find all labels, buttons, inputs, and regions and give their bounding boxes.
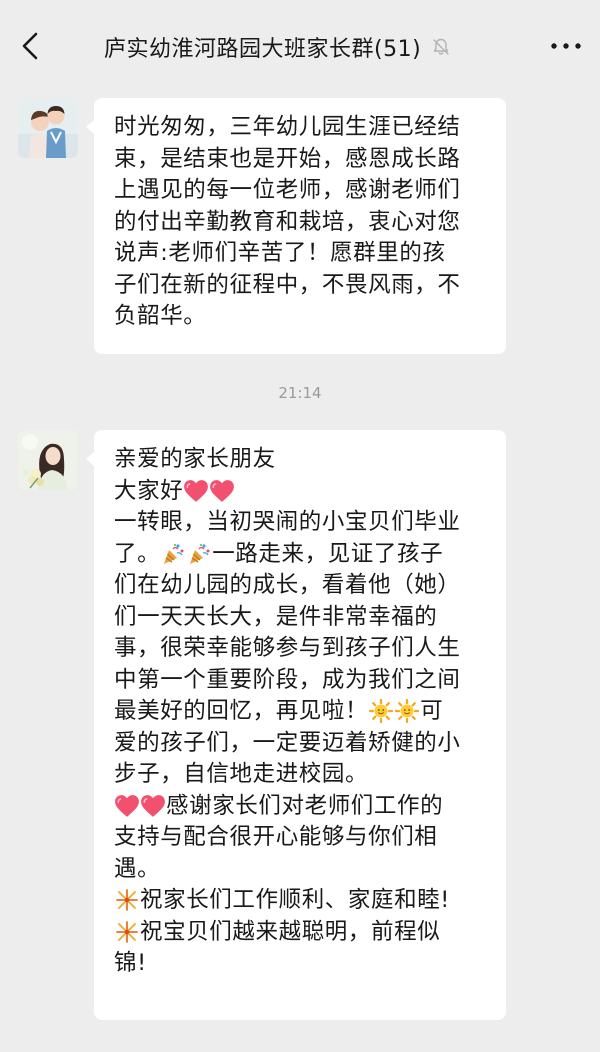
message-text-line: 了。 一路走来，见证了孩子	[114, 539, 488, 571]
message-text-line: 一转眼，当初哭闹的小宝贝们毕业	[114, 509, 461, 535]
sun-icon	[394, 699, 420, 723]
message-text-line: 最美好的回忆，再见啦！ 可	[114, 696, 488, 728]
heart-icon	[140, 794, 166, 818]
message-text-line: 们一天天长大，是件非常幸福的	[114, 603, 438, 630]
message-text-line: 事，很荣幸能够参与到孩子们人生	[114, 635, 461, 661]
message-text-line: 步子，自信地走进校园。	[114, 761, 369, 787]
party-popper-icon	[186, 542, 212, 566]
message-text-segment: 可	[420, 698, 444, 724]
message-text-line: 说声:老师们辛苦了！愿群里的孩	[114, 240, 446, 266]
message-text-line: 的付出辛勤教育和栽培，衷心对您	[114, 208, 461, 235]
fireworks-icon	[114, 888, 140, 912]
message-text-line: 遇。	[114, 855, 161, 882]
message-text-line: 祝家长们工作顺利、家庭和睦!	[114, 885, 488, 917]
message-text-line: 支持与配合很开心能够与你们相	[114, 824, 438, 850]
sun-icon	[368, 699, 394, 723]
message-text-line: 们在幼儿园的成长，看着他（她）	[114, 572, 461, 598]
message-text-line: 时光匆匆，三年幼儿园生涯已经结	[114, 114, 461, 140]
message-text-line: 上遇见的每一位老师，感谢老师们	[114, 177, 461, 203]
message-text-line: 负韶华。	[114, 303, 207, 329]
message-text-line: 亲爱的家长朋友	[114, 446, 276, 472]
message-bubble[interactable]: 时光匆匆，三年幼儿园生涯已经结 束，是结束也是开始，感恩成长路 上遇见的每一位老…	[86, 98, 506, 354]
message-timestamp: 21:14	[278, 384, 322, 402]
message-text-segment: 了。	[114, 540, 161, 567]
message-text-segment: 感谢家长们对老师们工作的	[166, 792, 444, 819]
message-text-segment: 一路走来，见证了孩子	[212, 540, 444, 567]
heart-icon	[183, 479, 209, 503]
heart-icon	[114, 794, 140, 818]
chat-title-group: 庐实幼淮河路园大班家长群(51)	[104, 30, 451, 64]
avatar[interactable]	[18, 98, 78, 158]
chat-title: 庐实幼淮河路园大班家长群(51)	[104, 37, 422, 62]
chat-header: 庐实幼淮河路园大班家长群(51)	[0, 0, 600, 90]
message-text-line: 感谢家长们对老师们工作的	[114, 791, 488, 823]
message-bubble[interactable]: 亲爱的家长朋友 大家好 一转眼，当初哭闹的小宝贝们毕业 了。 一路走来，见证了孩子…	[86, 430, 506, 1020]
mute-bell-icon	[433, 38, 449, 55]
party-popper-icon	[160, 542, 186, 566]
message-text-line: 锦!	[114, 950, 147, 976]
message-text-line: 爱的孩子们，一定要迈着矫健的小	[114, 729, 461, 756]
heart-icon	[209, 479, 235, 503]
message-text-line: 大家好	[114, 476, 488, 508]
more-options-icon[interactable]	[548, 36, 584, 56]
message-text-line: 束，是结束也是开始，感恩成长路	[114, 145, 461, 172]
message-text-segment: 最美好的回忆，再见啦！	[114, 698, 369, 724]
message-text-segment: 祝家长们工作顺利、家庭和睦!	[140, 887, 450, 913]
message-text-line: 中第一个重要阶段，成为我们之间	[114, 666, 461, 693]
fireworks-icon	[114, 920, 140, 944]
message-text-segment: 祝宝贝们越来越聪明，前程似	[140, 918, 441, 945]
avatar[interactable]	[18, 430, 78, 490]
message-text-line: 子们在新的征程中，不畏风雨，不	[114, 271, 461, 298]
message-text-line: 祝宝贝们越来越聪明，前程似	[114, 917, 488, 949]
message-text-segment: 大家好	[114, 477, 184, 504]
back-arrow-icon[interactable]	[14, 28, 50, 64]
